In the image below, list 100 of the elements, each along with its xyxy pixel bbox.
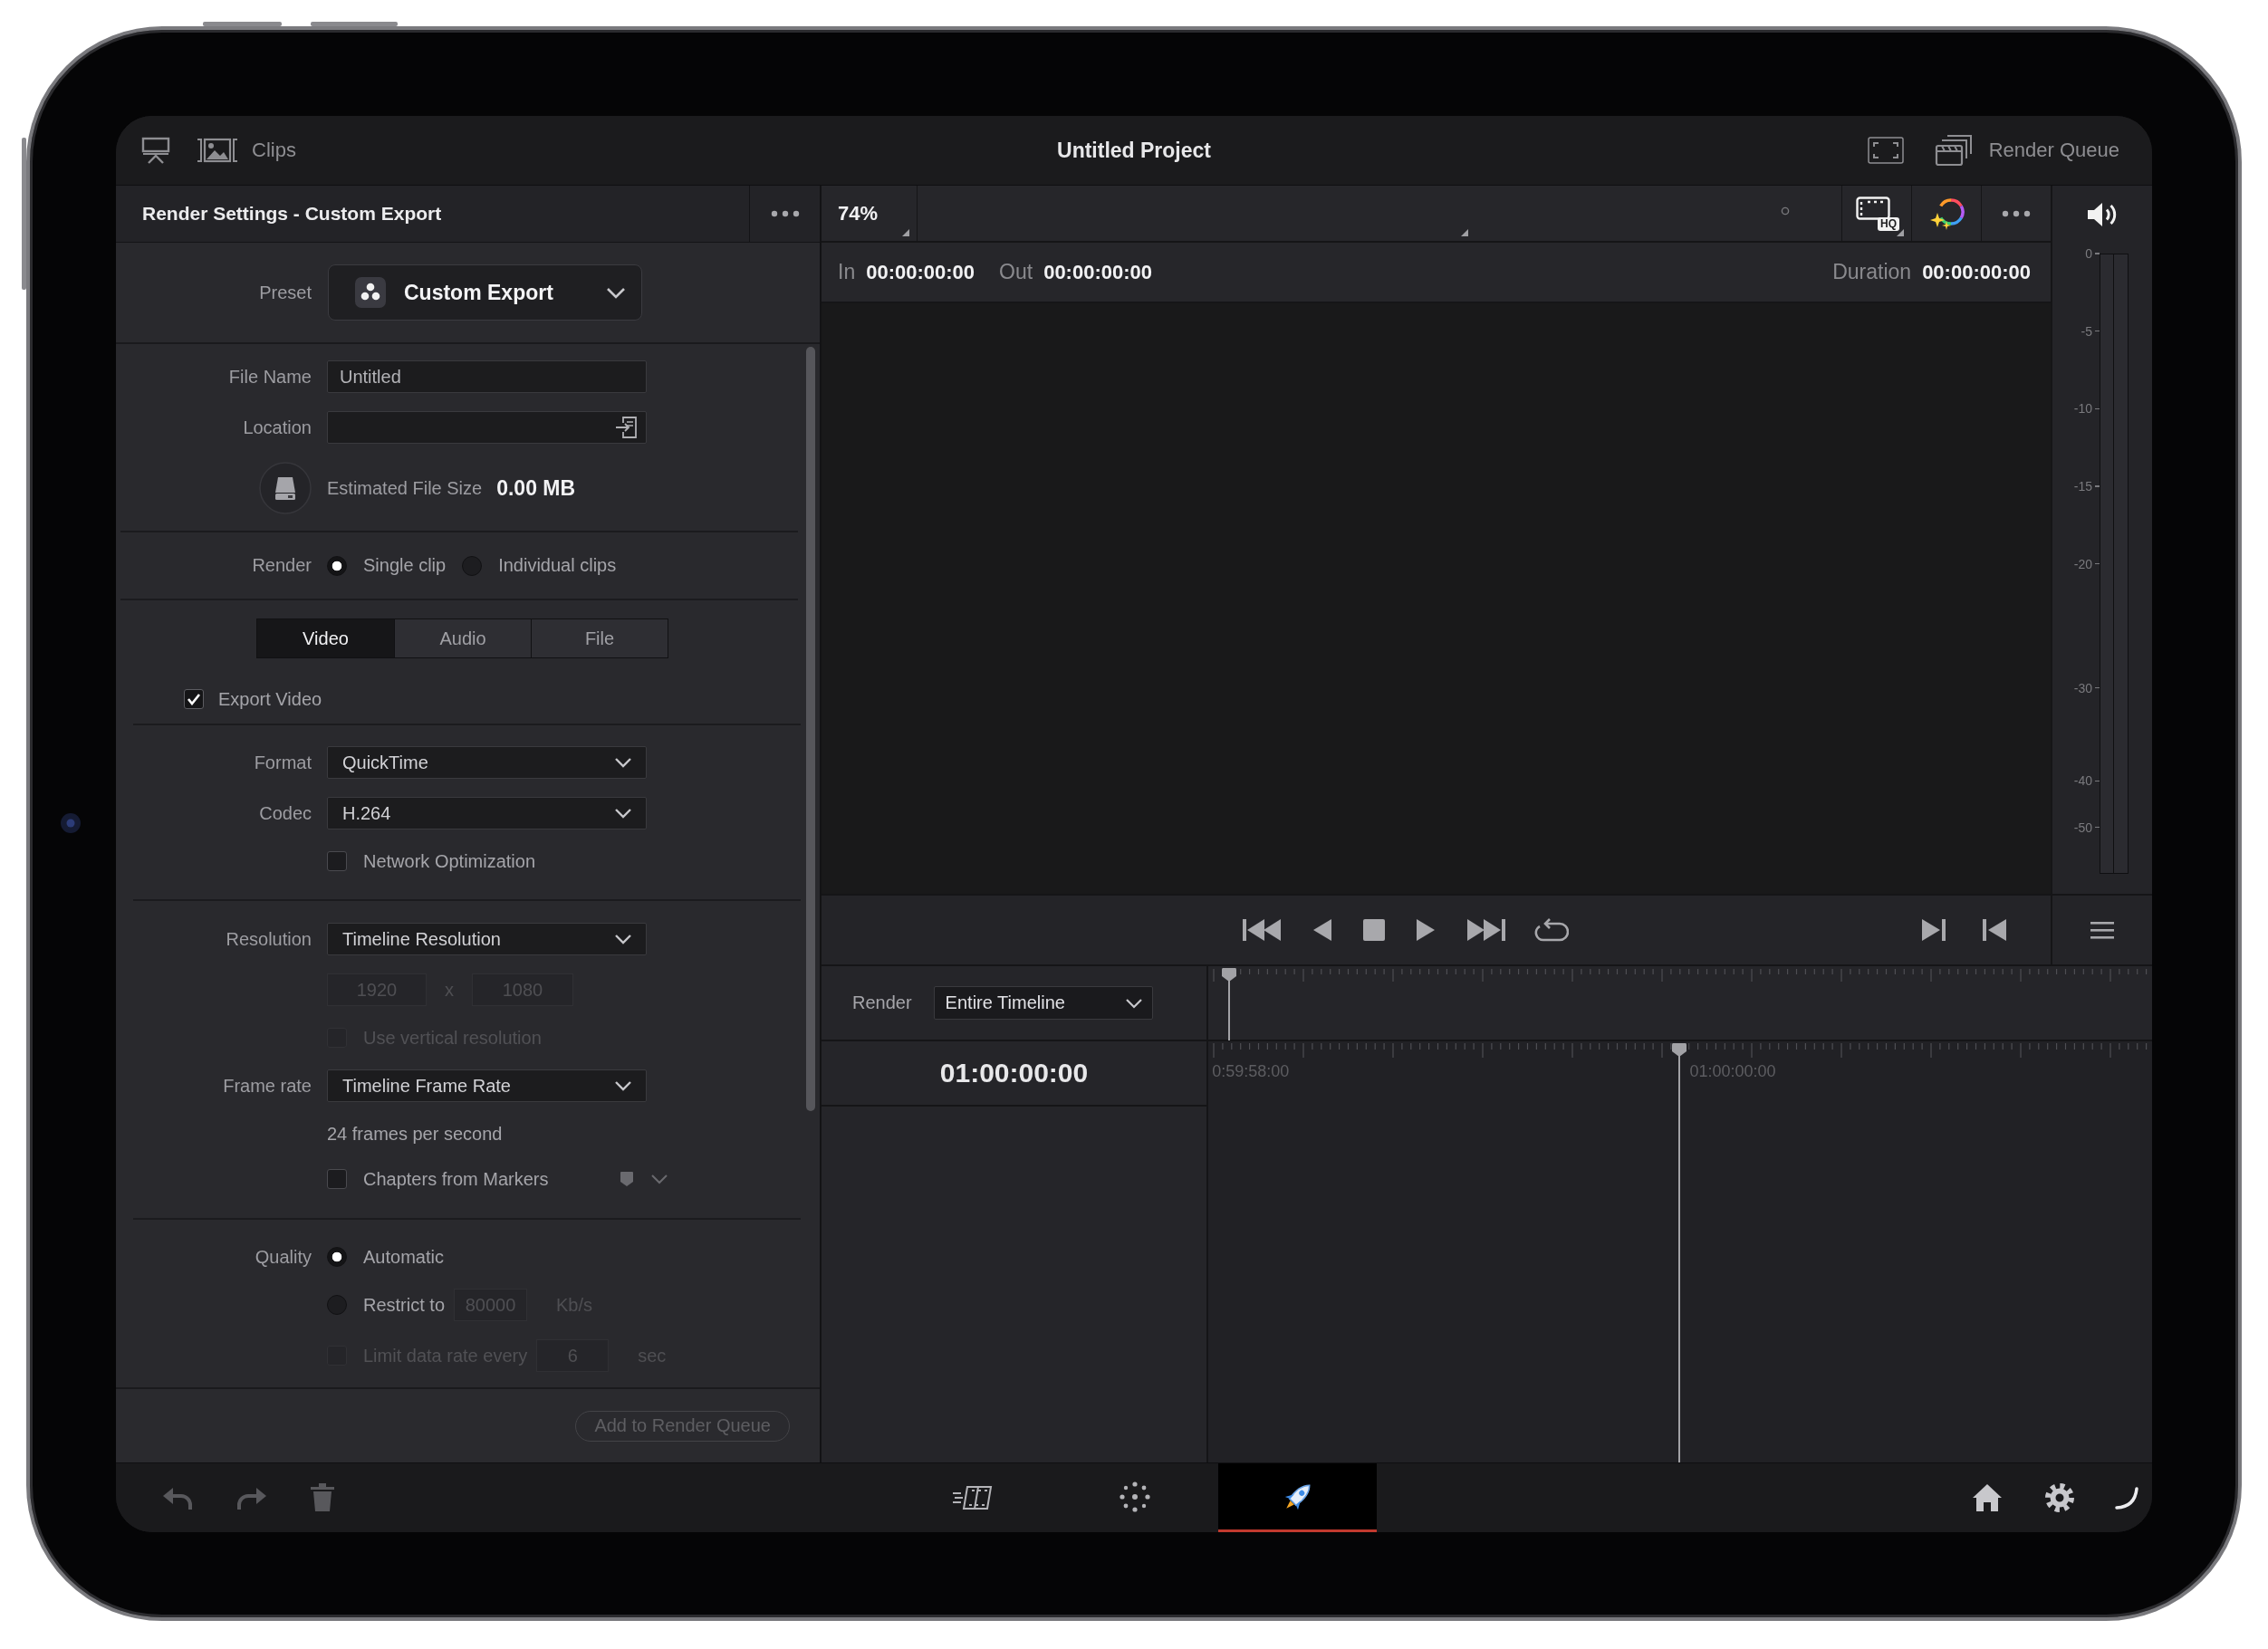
checkbox-label: Export Video [218, 688, 322, 710]
radio-label: Individual clips [498, 555, 617, 576]
ruler-timecode: 0:59:58:00 [1212, 1062, 1290, 1081]
field-label: Preset [259, 282, 312, 303]
stop-icon[interactable] [1362, 918, 1386, 942]
meter-tick-label: -50 [2073, 820, 2092, 835]
meter-tick-label: -10 [2073, 401, 2092, 417]
tab[interactable]: Video [257, 619, 394, 657]
chevron-down-icon [1124, 997, 1143, 1009]
clips-button[interactable]: Clips [196, 137, 296, 164]
playhead[interactable] [1671, 1043, 1687, 1462]
field-label: Quality [255, 1246, 312, 1268]
out-timecode: 00:00:00:00 [1043, 260, 1152, 284]
duration-label: Duration [1832, 260, 1912, 284]
home-icon[interactable] [1972, 1483, 2003, 1512]
three-circles-icon [355, 277, 386, 308]
field-label: Location [243, 417, 312, 438]
radio-button[interactable] [327, 555, 347, 576]
meter-tick-label: -30 [2073, 680, 2092, 695]
dotted-circle-icon [1119, 1481, 1150, 1512]
corner-triangle-icon[interactable] [1461, 229, 1468, 236]
meter-tick-label: 0 [2085, 246, 2092, 261]
meter-tick-label: -5 [2081, 323, 2092, 339]
checkbox-label: Chapters from Markers [363, 1168, 549, 1190]
frame-rate-note: 24 frames per second [327, 1123, 503, 1145]
go-to-previous-icon[interactable] [1981, 918, 2008, 942]
render-queue-button[interactable]: Render Queue [1934, 134, 2119, 167]
radio-button[interactable] [327, 1247, 347, 1267]
hq-button[interactable]: HQ [1856, 196, 1898, 231]
chevron-down-icon [614, 757, 632, 768]
more-icon[interactable] [770, 210, 800, 217]
dropdown[interactable]: QuickTime [327, 746, 647, 779]
play-icon[interactable] [1415, 918, 1437, 942]
dropdown[interactable]: Timeline Frame Rate [327, 1069, 647, 1102]
checkbox[interactable] [327, 1169, 347, 1189]
more-icon[interactable] [2002, 209, 2031, 217]
clips-icon [196, 137, 239, 164]
field-label: Render [252, 555, 312, 576]
go-to-next-icon[interactable] [1920, 918, 1947, 942]
field-label: Render [852, 992, 912, 1013]
marker-icon[interactable] [619, 1171, 634, 1187]
meter-tick-label: -15 [2073, 478, 2092, 494]
radio-label: Single clip [363, 555, 447, 576]
drive-icon [259, 462, 312, 514]
input-field[interactable] [327, 411, 647, 444]
dropdown[interactable]: H.264 [327, 797, 647, 829]
panel-title: Render Settings - Custom Export [142, 203, 442, 225]
meter-tick-label: -20 [2073, 556, 2092, 571]
zoom-dropdown[interactable]: 74% [822, 186, 918, 241]
field-label: Frame rate [223, 1075, 312, 1097]
chevron-down-icon [614, 934, 632, 944]
checkmark-icon [187, 693, 201, 705]
corner-triangle-icon[interactable] [1897, 229, 1904, 236]
duration-timecode: 00:00:00:00 [1922, 260, 2031, 284]
dropdown[interactable]: Timeline Resolution [327, 923, 647, 955]
presentation-icon[interactable] [141, 137, 170, 164]
scrollbar-thumb[interactable] [806, 347, 815, 1111]
field-label: Format [254, 752, 312, 773]
playhead[interactable] [1221, 968, 1237, 1040]
project-title: Untitled Project [1057, 138, 1211, 163]
tab[interactable]: File [531, 619, 668, 657]
radio-button[interactable] [462, 555, 483, 576]
document-arrow-icon[interactable] [615, 416, 639, 439]
file-size-value: 0.00 MB [496, 475, 576, 501]
checkbox[interactable] [327, 851, 347, 871]
settings-icon[interactable] [2044, 1482, 2075, 1513]
chevron-down-icon [606, 286, 626, 299]
chevron-down-icon [614, 1080, 632, 1091]
out-label: Out [999, 260, 1033, 284]
corner-arc-icon [2115, 1486, 2138, 1510]
chevron-down-icon[interactable] [649, 1174, 668, 1184]
page-tab[interactable] [1218, 1463, 1377, 1532]
speaker-icon[interactable] [2086, 200, 2119, 228]
corner-triangle-icon [902, 229, 909, 236]
checkbox[interactable] [184, 689, 204, 709]
meter-tick-label: -40 [2073, 773, 2092, 789]
chevron-down-icon [614, 808, 632, 819]
tab[interactable]: Audio [394, 619, 531, 657]
input-field[interactable]: Untitled [327, 360, 647, 393]
render-range-dropdown[interactable]: Entire Timeline [933, 986, 1153, 1020]
skip-to-end-icon[interactable] [1466, 918, 1505, 942]
field-label: Resolution [226, 928, 312, 950]
field-label: File Name [228, 366, 312, 388]
menu-icon[interactable] [2090, 920, 2115, 940]
radio-label: Automatic [363, 1246, 444, 1268]
clapperboard-stack-icon [1934, 134, 1973, 167]
field-label: Estimated File Size [327, 477, 483, 499]
step-back-icon[interactable] [1312, 918, 1333, 942]
timecode: 01:00:00:00 [939, 1058, 1089, 1088]
skip-to-start-icon[interactable] [1243, 918, 1283, 942]
field-label: Codec [259, 802, 312, 824]
fullscreen-icon[interactable] [1867, 137, 1904, 164]
preset-dropdown[interactable]: Custom Export [328, 264, 642, 321]
indicator-dot-icon [1781, 206, 1790, 216]
camera-icon [61, 813, 81, 833]
in-label: In [838, 260, 856, 284]
ruler-timecode: 01:00:00:00 [1689, 1062, 1776, 1081]
radio-label: Restrict to [363, 1294, 446, 1316]
checkbox-label: Network Optimization [363, 850, 536, 872]
loop-icon[interactable] [1534, 916, 1569, 944]
